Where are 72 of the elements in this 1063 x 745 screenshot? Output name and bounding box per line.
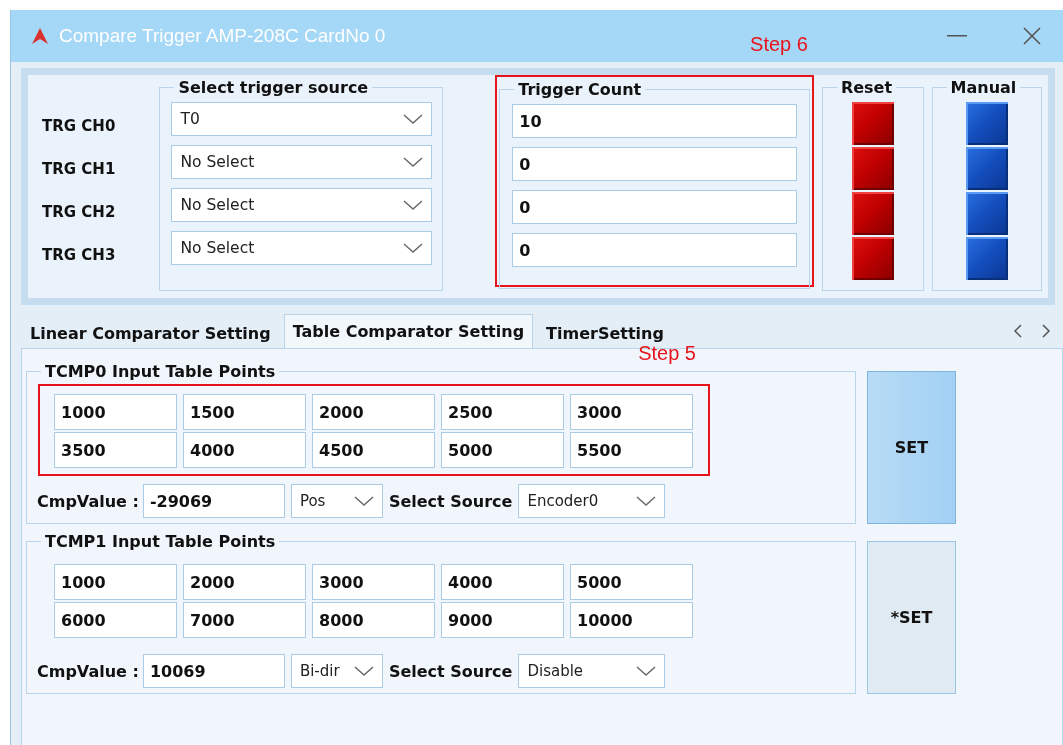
- table-point-field[interactable]: 1000: [54, 394, 177, 430]
- trigger-count-field[interactable]: 0: [512, 233, 797, 267]
- source-dropdown[interactable]: Disable: [518, 654, 666, 688]
- manual-button[interactable]: [965, 192, 1008, 235]
- chevron-down-icon: [636, 666, 657, 676]
- manual-button[interactable]: [965, 102, 1008, 145]
- cmp-value-field[interactable]: 10069: [142, 654, 285, 688]
- chevron-down-icon: [403, 157, 424, 167]
- table-point-field[interactable]: 2000: [183, 564, 306, 600]
- table-point-field[interactable]: 5000: [441, 432, 564, 468]
- trigger-source-dropdown[interactable]: No Select: [171, 188, 433, 222]
- table-point-field[interactable]: 1000: [54, 564, 177, 600]
- chevron-down-icon: [636, 496, 657, 506]
- trigger-source-dropdown[interactable]: No Select: [171, 231, 433, 265]
- chevron-down-icon: [353, 496, 374, 506]
- chevron-right-icon[interactable]: [1041, 324, 1051, 338]
- chevron-down-icon: [353, 666, 374, 676]
- cmp-value-label: CmpValue :: [37, 661, 139, 681]
- chevron-down-icon: [403, 114, 424, 124]
- table-point-field[interactable]: 8000: [312, 602, 435, 638]
- window-title: Compare Trigger AMP-208C CardNo 0: [59, 25, 386, 47]
- step-label: Step 6: [750, 33, 808, 56]
- table-point-field[interactable]: 3500: [54, 432, 177, 468]
- cmp-value-field[interactable]: -29069: [142, 484, 285, 518]
- channel-label: TRG CH2: [42, 202, 117, 223]
- reset-button[interactable]: [851, 102, 894, 145]
- set-button[interactable]: SET: [867, 371, 956, 524]
- table-point-field[interactable]: 4000: [441, 564, 564, 600]
- set-button[interactable]: *SET: [867, 541, 956, 694]
- minimize-icon[interactable]: [947, 34, 967, 38]
- chevron-down-icon: [403, 200, 424, 210]
- table-point-field[interactable]: 3000: [570, 394, 693, 430]
- reset-button[interactable]: [851, 147, 894, 190]
- trigger-source-dropdown[interactable]: T0: [171, 102, 433, 136]
- table-point-field[interactable]: 2000: [312, 394, 435, 430]
- direction-dropdown[interactable]: Pos: [290, 484, 383, 518]
- table-point-field[interactable]: 5500: [570, 432, 693, 468]
- trigger-source-dropdown[interactable]: No Select: [171, 145, 433, 179]
- table-point-field[interactable]: 4500: [312, 432, 435, 468]
- table-point-field[interactable]: 6000: [54, 602, 177, 638]
- table-point-field[interactable]: 3000: [312, 564, 435, 600]
- close-icon[interactable]: [1023, 27, 1041, 45]
- table-point-field[interactable]: 4000: [183, 432, 306, 468]
- table-point-field[interactable]: 2500: [441, 394, 564, 430]
- reset-button[interactable]: [851, 192, 894, 235]
- trigger-count-field[interactable]: 0: [512, 190, 797, 224]
- group-heading: Select trigger source: [174, 78, 373, 97]
- manual-button[interactable]: [965, 147, 1008, 190]
- channel-label: TRG CH0: [42, 116, 117, 137]
- channel-label: TRG CH3: [42, 245, 117, 266]
- table-point-field[interactable]: 5000: [570, 564, 693, 600]
- cmp-value-label: CmpValue :: [37, 491, 139, 511]
- trigger-count-field[interactable]: 10: [512, 104, 797, 138]
- table-point-field[interactable]: 10000: [570, 602, 693, 638]
- reset-button[interactable]: [851, 237, 894, 280]
- chevron-left-icon[interactable]: [1013, 324, 1023, 338]
- trigger-count-field[interactable]: 0: [512, 147, 797, 181]
- select-source-label: Select Source: [388, 491, 513, 511]
- table-point-field[interactable]: 7000: [183, 602, 306, 638]
- logo-icon: [31, 27, 49, 45]
- direction-dropdown[interactable]: Bi-dir: [290, 654, 383, 688]
- table-point-field[interactable]: 1500: [183, 394, 306, 430]
- group-heading: Trigger Count: [514, 80, 646, 99]
- source-dropdown[interactable]: Encoder0: [518, 484, 666, 518]
- table-point-field[interactable]: 9000: [441, 602, 564, 638]
- channel-label: TRG CH1: [42, 159, 117, 180]
- manual-button[interactable]: [965, 237, 1008, 280]
- group-heading: TCMP0 Input Table Points: [41, 362, 280, 381]
- group-heading: TCMP1 Input Table Points: [41, 532, 280, 551]
- chevron-down-icon: [403, 243, 424, 253]
- select-source-label: Select Source: [388, 661, 513, 681]
- tab[interactable]: Table Comparator Setting: [283, 314, 534, 348]
